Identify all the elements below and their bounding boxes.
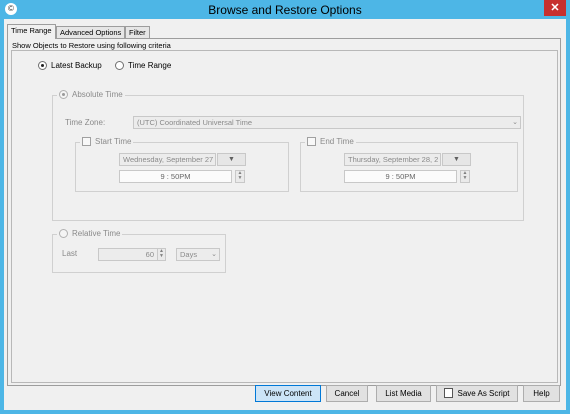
tab-time-range[interactable]: Time Range — [7, 24, 56, 39]
relative-unit-select[interactable]: Days ⌄ — [176, 248, 220, 261]
end-time-label: End Time — [320, 137, 354, 146]
start-date-dropdown-button[interactable]: ▼ — [217, 153, 246, 166]
radio-unselected-icon — [115, 61, 124, 70]
spin-down-icon: ▼ — [462, 175, 468, 181]
dialog-body: Time Range Advanced Options Filter Show … — [4, 19, 566, 410]
relative-unit-value: Days — [180, 250, 198, 259]
spin-down-icon: ▼ — [159, 253, 164, 259]
checkbox-icon — [307, 137, 316, 146]
start-time-checkbox[interactable]: Start Time — [80, 137, 134, 146]
end-time-field[interactable]: 9 : 50PM — [344, 170, 457, 183]
relative-time-group: Relative Time Last 60 ▲ ▼ Days ⌄ — [52, 229, 226, 273]
radio-selected-icon — [59, 90, 68, 99]
close-button[interactable]: ✕ — [544, 0, 566, 16]
relative-time-radio[interactable]: Relative Time — [57, 229, 123, 238]
criteria-box: Latest Backup Time Range Absolute Time T… — [11, 50, 558, 383]
save-as-script-label: Save As Script — [457, 389, 510, 398]
chevron-down-icon: ⌄ — [512, 119, 518, 126]
start-time-spinner[interactable]: ▲ ▼ — [235, 170, 245, 183]
time-range-radio[interactable]: Time Range — [115, 61, 171, 70]
start-date-field[interactable]: Wednesday, September 27 — [119, 153, 216, 166]
radio-selected-icon — [38, 61, 47, 70]
absolute-time-group: Absolute Time Time Zone: (UTC) Coordinat… — [52, 90, 524, 221]
start-time-label: Start Time — [95, 137, 132, 146]
spin-down-icon: ▼ — [237, 175, 243, 181]
relative-time-label: Relative Time — [72, 229, 121, 238]
timezone-select[interactable]: (UTC) Coordinated Universal Time ⌄ — [133, 116, 521, 129]
absolute-time-radio[interactable]: Absolute Time — [57, 90, 125, 99]
time-range-label: Time Range — [128, 61, 172, 70]
last-label: Last — [62, 249, 78, 258]
criteria-caption: Show Objects to Restore using following … — [12, 41, 171, 50]
end-time-checkbox[interactable]: End Time — [305, 137, 356, 146]
save-as-script-button[interactable]: Save As Script — [436, 385, 518, 402]
start-time-group: Start Time Wednesday, September 27 ▼ 9 :… — [75, 137, 289, 192]
latest-backup-label: Latest Backup — [51, 61, 102, 70]
script-icon — [444, 387, 454, 398]
end-time-group: End Time Thursday, September 28, 2 ▼ 9 :… — [300, 137, 518, 192]
end-date-dropdown-button[interactable]: ▼ — [442, 153, 471, 166]
time-range-panel: Show Objects to Restore using following … — [7, 38, 561, 386]
view-content-button[interactable]: View Content — [255, 385, 321, 402]
absolute-time-label: Absolute Time — [72, 90, 123, 99]
checkbox-icon — [82, 137, 91, 146]
relative-count-spinner[interactable]: ▲ ▼ — [157, 248, 166, 261]
timezone-label: Time Zone: — [65, 118, 106, 127]
end-time-spinner[interactable]: ▲ ▼ — [460, 170, 470, 183]
list-media-button[interactable]: List Media — [376, 385, 431, 402]
latest-backup-radio[interactable]: Latest Backup — [38, 61, 102, 70]
timezone-value: (UTC) Coordinated Universal Time — [137, 118, 253, 127]
end-date-field[interactable]: Thursday, September 28, 2 — [344, 153, 441, 166]
window-title: Browse and Restore Options — [208, 3, 362, 17]
chevron-down-icon: ⌄ — [211, 251, 217, 258]
relative-count-field[interactable]: 60 — [98, 248, 158, 261]
radio-unselected-icon — [59, 229, 68, 238]
title-bar[interactable]: © Browse and Restore Options ✕ — [0, 0, 570, 19]
help-button[interactable]: Help — [523, 385, 560, 402]
start-time-field[interactable]: 9 : 50PM — [119, 170, 232, 183]
browse-restore-window: © Browse and Restore Options ✕ Time Rang… — [0, 0, 570, 414]
cancel-button[interactable]: Cancel — [326, 385, 368, 402]
